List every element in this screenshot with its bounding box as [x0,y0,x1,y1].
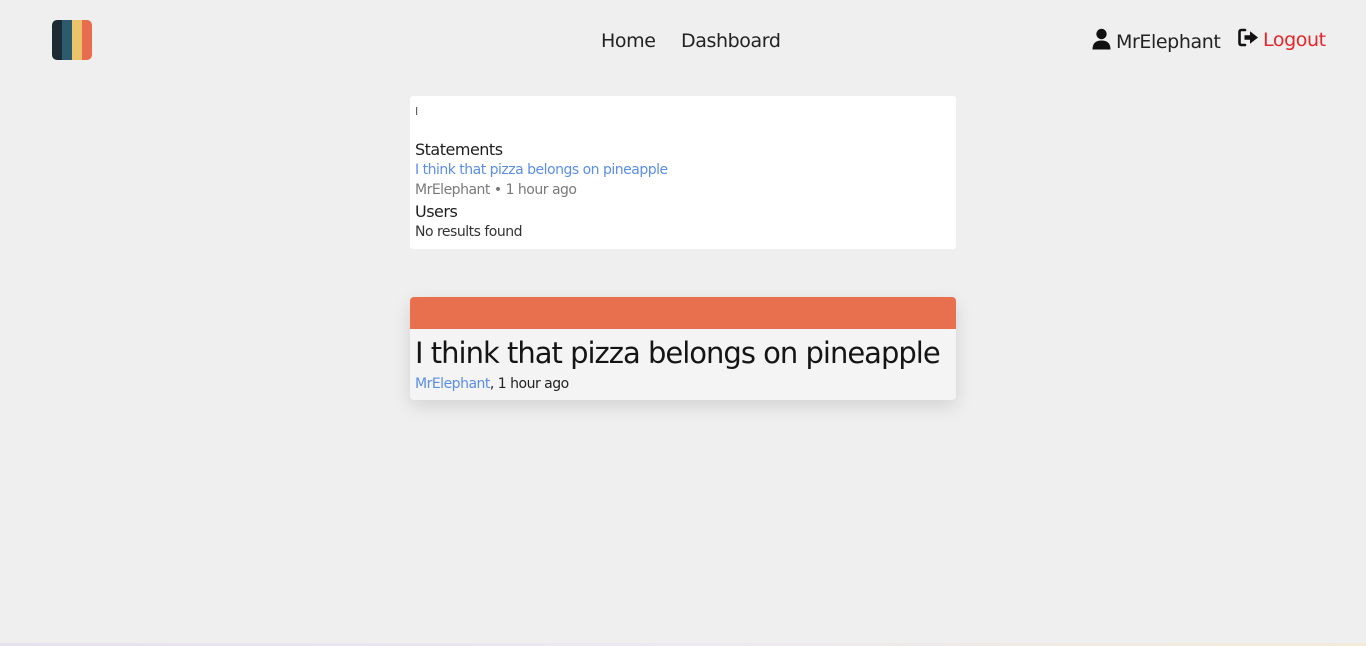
logo-stripe-1 [52,20,62,60]
users-empty-message: No results found [415,224,522,240]
statement-card-title[interactable]: I think that pizza belongs on pineapple [415,335,941,371]
logo-stripe-3 [72,20,82,60]
logout-button[interactable]: Logout [1238,28,1326,52]
logo-stripe-4 [82,20,92,60]
users-heading: Users [415,202,458,221]
nav-username: MrElephant [1116,30,1221,53]
result-time: 1 hour ago [505,182,577,198]
page: Home Dashboard MrElephant Logout Stateme… [0,0,1366,646]
search-input[interactable] [415,102,951,120]
result-author: MrElephant [415,182,490,198]
statement-card[interactable]: I think that pizza belongs on pineapple … [410,297,956,400]
statement-card-header [410,297,956,329]
nav-dashboard-link[interactable]: Dashboard [681,29,781,53]
search-results-panel: Statements I think that pizza belongs on… [410,96,956,249]
statement-card-meta: MrElephant, 1 hour ago [415,375,569,393]
statement-result-link[interactable]: I think that pizza belongs on pineapple [415,160,951,180]
statement-card-time: , 1 hour ago [489,376,569,392]
sign-out-icon [1238,28,1263,52]
statement-result-meta: MrElephant • 1 hour ago [415,180,951,200]
user-icon [1092,28,1116,55]
nav-profile-link[interactable]: MrElephant [1092,28,1221,55]
result-separator: • [493,182,502,198]
nav-home-link[interactable]: Home [601,29,656,53]
logo-stripe-2 [62,20,72,60]
logout-label: Logout [1263,29,1326,51]
statements-heading: Statements [415,140,503,159]
statement-card-author-link[interactable]: MrElephant [415,376,490,392]
statement-result-item: I think that pizza belongs on pineapple … [415,160,951,200]
brand-logo[interactable] [52,20,92,60]
